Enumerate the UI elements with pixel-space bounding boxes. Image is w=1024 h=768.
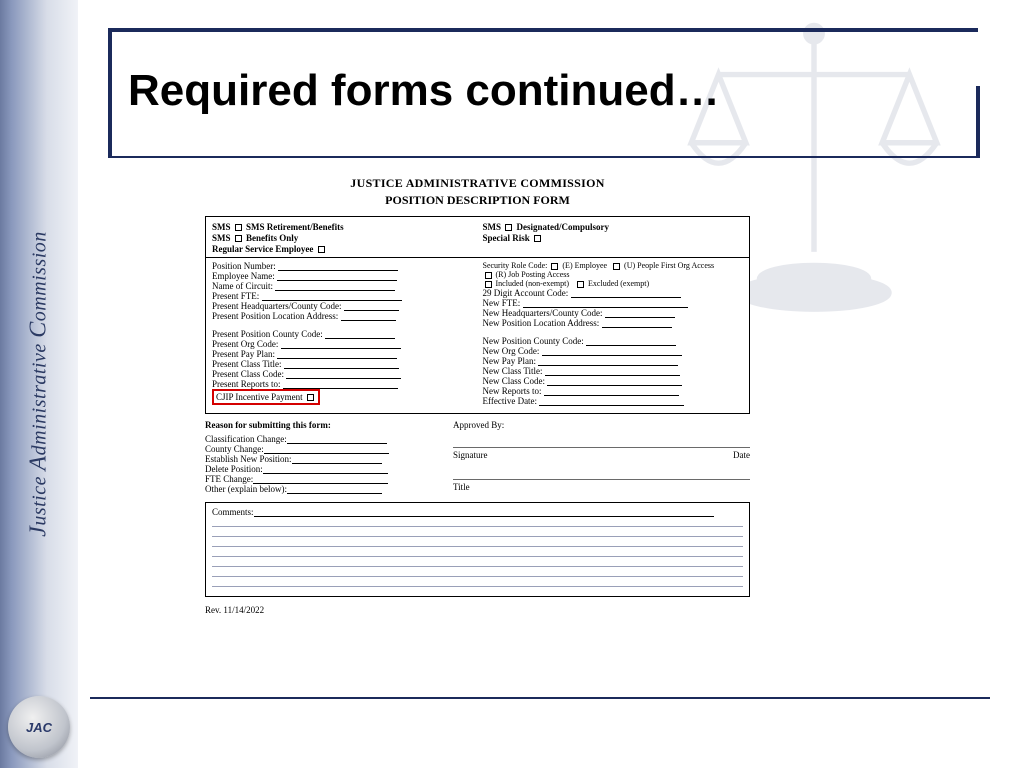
slide-title: Required forms continued…: [128, 66, 720, 116]
comments-box: Comments:: [205, 502, 750, 597]
opt-excluded: Excluded (exempt): [588, 279, 649, 288]
field-new-reports-to: New Reports to:: [483, 386, 542, 396]
field-new-loc-addr: New Position Location Address:: [483, 318, 600, 328]
field-employee-name: Employee Name:: [212, 271, 275, 281]
field-new-county-code: New Position County Code:: [483, 336, 584, 346]
checkbox-icon: [485, 272, 492, 279]
sms-retirement-label: SMS Retirement/Benefits: [246, 222, 344, 232]
reason-classification: Classification Change:: [205, 434, 287, 444]
field-present-pay-plan: Present Pay Plan:: [212, 349, 275, 359]
checkbox-icon: [485, 281, 492, 288]
checkbox-icon: [505, 224, 512, 231]
sms-label-2: SMS: [483, 222, 502, 232]
checkbox-icon: [235, 235, 242, 242]
org-seal-icon: JAC: [8, 696, 70, 758]
field-new-fte: New FTE:: [483, 298, 521, 308]
checkbox-icon: [577, 281, 584, 288]
opt-r-job: (R) Job Posting Access: [496, 270, 570, 279]
opt-included: Included (non-exempt): [496, 279, 570, 288]
sms-label: SMS: [212, 222, 231, 232]
frame-border-right: [976, 86, 980, 158]
field-effective-date: Effective Date:: [483, 396, 538, 406]
position-description-form: JUSTICE ADMINISTRATIVE COMMISSION POSITI…: [205, 170, 750, 615]
sidebar-org-name: Justice Administrative Commission: [26, 231, 53, 537]
reason-other: Other (explain below):: [205, 484, 287, 494]
bottom-rule: [90, 697, 990, 699]
checkbox-icon: [534, 235, 541, 242]
sidebar: Justice Administrative Commission JAC: [0, 0, 78, 768]
form-header-1: JUSTICE ADMINISTRATIVE COMMISSION: [205, 176, 750, 191]
field-present-org-code: Present Org Code:: [212, 339, 278, 349]
signature-label: Signature: [453, 450, 721, 460]
field-present-class-code: Present Class Code:: [212, 369, 284, 379]
benefits-only-label: Benefits Only: [246, 233, 298, 243]
field-present-reports-to: Present Reports to:: [212, 379, 281, 389]
date-label: Date: [733, 450, 750, 460]
form-main-box: SMS SMS Retirement/Benefits SMS Designat…: [205, 216, 750, 414]
opt-u-people: (U) People First Org Access: [624, 261, 714, 270]
sms-designated-label: Designated/Compulsory: [517, 222, 610, 232]
field-new-org-code: New Org Code:: [483, 346, 540, 356]
special-risk-label: Special Risk: [483, 233, 530, 243]
field-account-code: 29 Digit Account Code:: [483, 288, 569, 298]
sms-label-3: SMS: [212, 233, 231, 243]
checkbox-icon: [307, 394, 314, 401]
reason-heading: Reason for submitting this form:: [205, 420, 435, 430]
checkbox-icon: [235, 224, 242, 231]
field-new-class-code: New Class Code:: [483, 376, 546, 386]
field-present-loc-addr: Present Position Location Address:: [212, 311, 338, 321]
field-new-hq-code: New Headquarters/County Code:: [483, 308, 603, 318]
regular-service-label: Regular Service Employee: [212, 244, 313, 254]
field-new-class-title: New Class Title:: [483, 366, 543, 376]
frame-border-left: [108, 28, 112, 158]
checkbox-icon: [551, 263, 558, 270]
title-label: Title: [453, 482, 470, 492]
comments-label: Comments:: [212, 507, 254, 517]
field-present-hq-code: Present Headquarters/County Code:: [212, 301, 341, 311]
field-cjip: CJIP Incentive Payment: [216, 392, 303, 402]
cjip-highlight: CJIP Incentive Payment: [212, 389, 320, 405]
reason-delete: Delete Position:: [205, 464, 263, 474]
field-present-class-title: Present Class Title:: [212, 359, 282, 369]
revision-date: Rev. 11/14/2022: [205, 605, 750, 615]
checkbox-icon: [318, 246, 325, 253]
field-name-of-circuit: Name of Circuit:: [212, 281, 273, 291]
reason-establish: Establish New Position:: [205, 454, 292, 464]
field-position-number: Position Number:: [212, 261, 276, 271]
approved-by-label: Approved By:: [453, 420, 750, 430]
field-present-county-code: Present Position County Code:: [212, 329, 323, 339]
field-new-pay-plan: New Pay Plan:: [483, 356, 537, 366]
field-security-role: Security Role Code:: [483, 261, 548, 270]
form-header-2: POSITION DESCRIPTION FORM: [205, 193, 750, 208]
field-present-fte: Present FTE:: [212, 291, 259, 301]
checkbox-icon: [613, 263, 620, 270]
opt-e-employee: (E) Employee: [562, 261, 607, 270]
reason-fte: FTE Change:: [205, 474, 253, 484]
reason-county: County Change:: [205, 444, 264, 454]
